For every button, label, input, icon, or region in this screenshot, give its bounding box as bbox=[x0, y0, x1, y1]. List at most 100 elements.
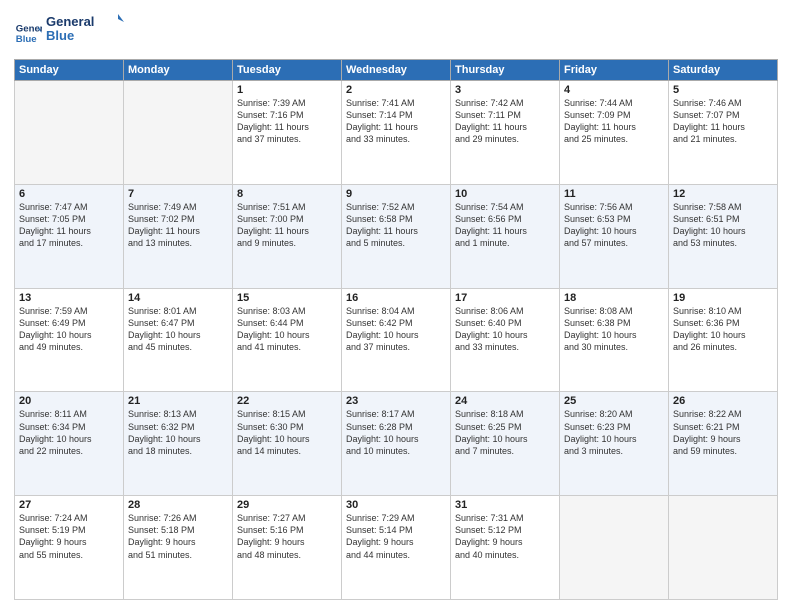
day-number: 5 bbox=[673, 84, 773, 96]
col-header-sunday: Sunday bbox=[15, 60, 124, 81]
day-number: 10 bbox=[455, 188, 555, 200]
day-cell bbox=[669, 496, 778, 600]
day-cell: 13Sunrise: 7:59 AM Sunset: 6:49 PM Dayli… bbox=[15, 288, 124, 392]
day-info: Sunrise: 7:46 AM Sunset: 7:07 PM Dayligh… bbox=[673, 97, 773, 146]
day-info: Sunrise: 7:31 AM Sunset: 5:12 PM Dayligh… bbox=[455, 512, 555, 561]
col-header-wednesday: Wednesday bbox=[342, 60, 451, 81]
day-cell: 14Sunrise: 8:01 AM Sunset: 6:47 PM Dayli… bbox=[124, 288, 233, 392]
col-header-saturday: Saturday bbox=[669, 60, 778, 81]
day-number: 25 bbox=[564, 395, 664, 407]
day-number: 18 bbox=[564, 292, 664, 304]
day-number: 12 bbox=[673, 188, 773, 200]
day-info: Sunrise: 8:04 AM Sunset: 6:42 PM Dayligh… bbox=[346, 305, 446, 354]
day-info: Sunrise: 8:13 AM Sunset: 6:32 PM Dayligh… bbox=[128, 408, 228, 457]
header: General Blue General Blue bbox=[14, 12, 778, 53]
day-info: Sunrise: 7:51 AM Sunset: 7:00 PM Dayligh… bbox=[237, 201, 337, 250]
day-info: Sunrise: 8:18 AM Sunset: 6:25 PM Dayligh… bbox=[455, 408, 555, 457]
day-number: 22 bbox=[237, 395, 337, 407]
day-info: Sunrise: 8:17 AM Sunset: 6:28 PM Dayligh… bbox=[346, 408, 446, 457]
day-info: Sunrise: 7:29 AM Sunset: 5:14 PM Dayligh… bbox=[346, 512, 446, 561]
logo-svg: General Blue bbox=[46, 12, 126, 48]
day-cell: 15Sunrise: 8:03 AM Sunset: 6:44 PM Dayli… bbox=[233, 288, 342, 392]
day-info: Sunrise: 7:44 AM Sunset: 7:09 PM Dayligh… bbox=[564, 97, 664, 146]
day-cell: 24Sunrise: 8:18 AM Sunset: 6:25 PM Dayli… bbox=[451, 392, 560, 496]
col-header-tuesday: Tuesday bbox=[233, 60, 342, 81]
day-info: Sunrise: 7:49 AM Sunset: 7:02 PM Dayligh… bbox=[128, 201, 228, 250]
day-number: 1 bbox=[237, 84, 337, 96]
day-info: Sunrise: 8:03 AM Sunset: 6:44 PM Dayligh… bbox=[237, 305, 337, 354]
svg-text:Blue: Blue bbox=[16, 33, 37, 44]
day-cell: 11Sunrise: 7:56 AM Sunset: 6:53 PM Dayli… bbox=[560, 184, 669, 288]
day-cell bbox=[15, 81, 124, 185]
day-number: 20 bbox=[19, 395, 119, 407]
week-row-3: 13Sunrise: 7:59 AM Sunset: 6:49 PM Dayli… bbox=[15, 288, 778, 392]
svg-text:Blue: Blue bbox=[46, 28, 74, 43]
day-info: Sunrise: 8:06 AM Sunset: 6:40 PM Dayligh… bbox=[455, 305, 555, 354]
day-cell: 1Sunrise: 7:39 AM Sunset: 7:16 PM Daylig… bbox=[233, 81, 342, 185]
day-number: 14 bbox=[128, 292, 228, 304]
day-cell: 19Sunrise: 8:10 AM Sunset: 6:36 PM Dayli… bbox=[669, 288, 778, 392]
day-number: 30 bbox=[346, 499, 446, 511]
day-number: 13 bbox=[19, 292, 119, 304]
day-cell: 10Sunrise: 7:54 AM Sunset: 6:56 PM Dayli… bbox=[451, 184, 560, 288]
day-info: Sunrise: 8:08 AM Sunset: 6:38 PM Dayligh… bbox=[564, 305, 664, 354]
page: General Blue General Blue SundayMondayTu… bbox=[0, 0, 792, 612]
day-cell: 8Sunrise: 7:51 AM Sunset: 7:00 PM Daylig… bbox=[233, 184, 342, 288]
day-cell: 23Sunrise: 8:17 AM Sunset: 6:28 PM Dayli… bbox=[342, 392, 451, 496]
day-info: Sunrise: 8:10 AM Sunset: 6:36 PM Dayligh… bbox=[673, 305, 773, 354]
day-number: 17 bbox=[455, 292, 555, 304]
day-info: Sunrise: 7:52 AM Sunset: 6:58 PM Dayligh… bbox=[346, 201, 446, 250]
day-number: 26 bbox=[673, 395, 773, 407]
day-cell: 21Sunrise: 8:13 AM Sunset: 6:32 PM Dayli… bbox=[124, 392, 233, 496]
day-info: Sunrise: 7:56 AM Sunset: 6:53 PM Dayligh… bbox=[564, 201, 664, 250]
day-number: 29 bbox=[237, 499, 337, 511]
day-number: 19 bbox=[673, 292, 773, 304]
day-number: 7 bbox=[128, 188, 228, 200]
day-cell: 22Sunrise: 8:15 AM Sunset: 6:30 PM Dayli… bbox=[233, 392, 342, 496]
day-number: 31 bbox=[455, 499, 555, 511]
day-info: Sunrise: 8:11 AM Sunset: 6:34 PM Dayligh… bbox=[19, 408, 119, 457]
day-cell: 9Sunrise: 7:52 AM Sunset: 6:58 PM Daylig… bbox=[342, 184, 451, 288]
day-cell: 28Sunrise: 7:26 AM Sunset: 5:18 PM Dayli… bbox=[124, 496, 233, 600]
day-info: Sunrise: 7:42 AM Sunset: 7:11 PM Dayligh… bbox=[455, 97, 555, 146]
logo: General Blue General Blue bbox=[14, 12, 126, 53]
day-number: 16 bbox=[346, 292, 446, 304]
day-cell bbox=[124, 81, 233, 185]
col-header-monday: Monday bbox=[124, 60, 233, 81]
day-cell: 16Sunrise: 8:04 AM Sunset: 6:42 PM Dayli… bbox=[342, 288, 451, 392]
day-cell: 27Sunrise: 7:24 AM Sunset: 5:19 PM Dayli… bbox=[15, 496, 124, 600]
day-cell: 20Sunrise: 8:11 AM Sunset: 6:34 PM Dayli… bbox=[15, 392, 124, 496]
day-number: 27 bbox=[19, 499, 119, 511]
day-number: 15 bbox=[237, 292, 337, 304]
week-row-5: 27Sunrise: 7:24 AM Sunset: 5:19 PM Dayli… bbox=[15, 496, 778, 600]
week-row-2: 6Sunrise: 7:47 AM Sunset: 7:05 PM Daylig… bbox=[15, 184, 778, 288]
day-info: Sunrise: 7:39 AM Sunset: 7:16 PM Dayligh… bbox=[237, 97, 337, 146]
day-info: Sunrise: 8:15 AM Sunset: 6:30 PM Dayligh… bbox=[237, 408, 337, 457]
day-info: Sunrise: 8:01 AM Sunset: 6:47 PM Dayligh… bbox=[128, 305, 228, 354]
day-cell: 25Sunrise: 8:20 AM Sunset: 6:23 PM Dayli… bbox=[560, 392, 669, 496]
day-info: Sunrise: 7:59 AM Sunset: 6:49 PM Dayligh… bbox=[19, 305, 119, 354]
day-info: Sunrise: 8:22 AM Sunset: 6:21 PM Dayligh… bbox=[673, 408, 773, 457]
day-number: 24 bbox=[455, 395, 555, 407]
day-cell: 5Sunrise: 7:46 AM Sunset: 7:07 PM Daylig… bbox=[669, 81, 778, 185]
col-header-friday: Friday bbox=[560, 60, 669, 81]
day-cell: 31Sunrise: 7:31 AM Sunset: 5:12 PM Dayli… bbox=[451, 496, 560, 600]
calendar-table: SundayMondayTuesdayWednesdayThursdayFrid… bbox=[14, 59, 778, 600]
logo-icon: General Blue bbox=[14, 19, 42, 47]
week-row-4: 20Sunrise: 8:11 AM Sunset: 6:34 PM Dayli… bbox=[15, 392, 778, 496]
day-number: 6 bbox=[19, 188, 119, 200]
svg-text:General: General bbox=[46, 14, 94, 29]
day-cell bbox=[560, 496, 669, 600]
header-row: SundayMondayTuesdayWednesdayThursdayFrid… bbox=[15, 60, 778, 81]
day-info: Sunrise: 7:27 AM Sunset: 5:16 PM Dayligh… bbox=[237, 512, 337, 561]
day-number: 3 bbox=[455, 84, 555, 96]
day-cell: 18Sunrise: 8:08 AM Sunset: 6:38 PM Dayli… bbox=[560, 288, 669, 392]
day-info: Sunrise: 7:47 AM Sunset: 7:05 PM Dayligh… bbox=[19, 201, 119, 250]
day-number: 23 bbox=[346, 395, 446, 407]
day-cell: 3Sunrise: 7:42 AM Sunset: 7:11 PM Daylig… bbox=[451, 81, 560, 185]
day-info: Sunrise: 8:20 AM Sunset: 6:23 PM Dayligh… bbox=[564, 408, 664, 457]
day-info: Sunrise: 7:54 AM Sunset: 6:56 PM Dayligh… bbox=[455, 201, 555, 250]
day-cell: 29Sunrise: 7:27 AM Sunset: 5:16 PM Dayli… bbox=[233, 496, 342, 600]
day-number: 4 bbox=[564, 84, 664, 96]
day-cell: 26Sunrise: 8:22 AM Sunset: 6:21 PM Dayli… bbox=[669, 392, 778, 496]
